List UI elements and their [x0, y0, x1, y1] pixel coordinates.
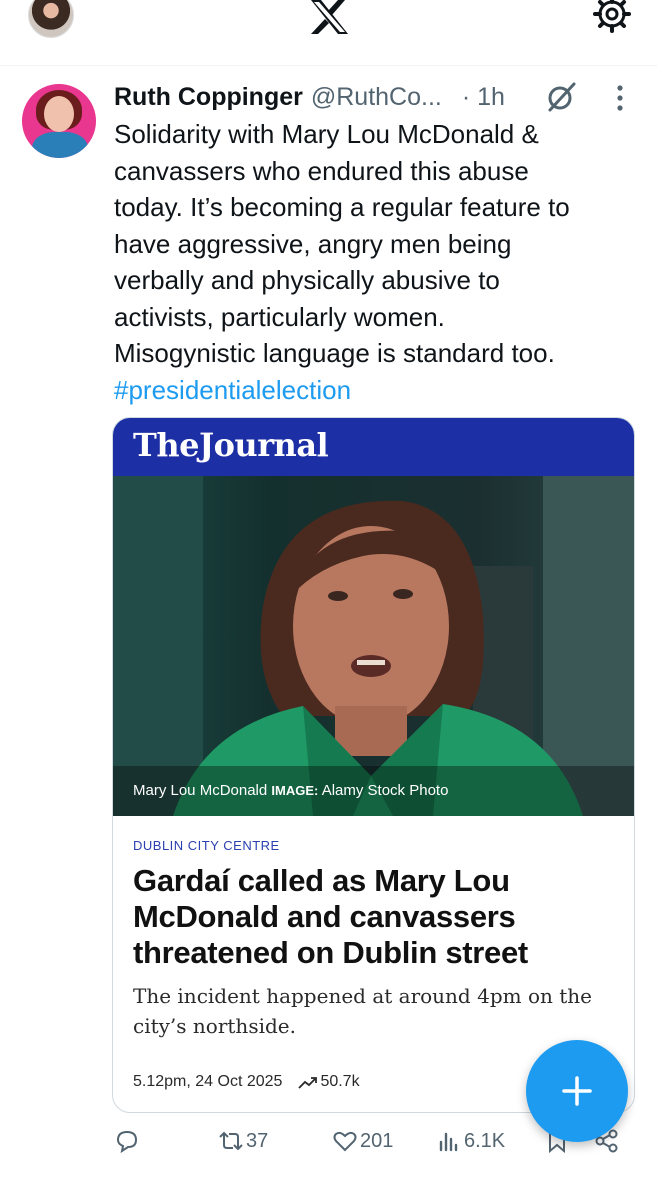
article-views: 50.7k [320, 1073, 360, 1090]
article-kicker: DUBLIN CITY CENTRE [133, 838, 280, 853]
caption-name: Mary Lou McDonald [133, 782, 268, 799]
profile-avatar[interactable] [28, 0, 74, 38]
x-logo-icon[interactable] [308, 0, 350, 34]
tweet-text: Solidarity with Mary Lou McDonald & canv… [114, 116, 634, 408]
reply-icon [116, 1130, 138, 1154]
tweet-text-line: Solidarity with Mary Lou McDonald & [114, 119, 539, 149]
avatar-body [32, 132, 88, 158]
tweet-text-line: verbally and physically abusive to [114, 265, 500, 295]
link-card[interactable]: TheJournal Mary Lou McDonald IMAGE: Alam… [112, 417, 635, 1113]
caption-label: IMAGE: [271, 783, 319, 798]
top-bar [0, 0, 657, 66]
tweet-text-line: today. It’s becoming a regular feature t… [114, 192, 570, 222]
article-photo[interactable] [113, 476, 634, 816]
journal-logo: TheJournal [133, 426, 329, 464]
views-count: 6.1K [464, 1129, 506, 1152]
gear-icon[interactable] [592, 0, 632, 34]
more-icon[interactable] [614, 84, 626, 112]
views-button[interactable]: 6.1K [436, 1128, 505, 1154]
tweet-header: Ruth Coppinger @RuthCo... · 1h [114, 80, 634, 114]
author-name[interactable]: Ruth Coppinger [114, 83, 303, 112]
journal-banner: TheJournal [113, 418, 634, 476]
photo-caption: Mary Lou McDonald IMAGE: Alamy Stock Pho… [133, 782, 448, 799]
trend-icon [298, 1077, 318, 1089]
tweet-text-line: Misogynistic language is standard too. [114, 338, 555, 368]
retweet-count: 37 [246, 1129, 269, 1152]
retweet-button[interactable]: 37 [218, 1128, 268, 1154]
avatar-face [44, 96, 74, 132]
like-count: 201 [360, 1129, 394, 1152]
caption-credit: Alamy Stock Photo [321, 782, 449, 799]
heart-icon [333, 1131, 357, 1152]
tweet-time[interactable]: · 1h [462, 83, 505, 112]
portrait-illustration [113, 476, 634, 816]
tweet-text-line: have aggressive, angry men being [114, 228, 512, 259]
article-timestamp: 5.12pm, 24 Oct 2025 [133, 1073, 283, 1090]
article-headline[interactable]: Gardaí called as Mary Lou McDonald and c… [133, 863, 603, 971]
plus-icon [562, 1076, 592, 1106]
tweet-text-line: activists, particularly women. [114, 301, 445, 332]
retweet-icon [219, 1131, 243, 1151]
article-dek: The incident happened at around 4pm on t… [133, 984, 592, 1038]
tweet-text-line: canvassers who endured this abuse [114, 155, 529, 186]
views-icon [439, 1132, 458, 1152]
reply-button[interactable] [114, 1128, 142, 1154]
author-avatar[interactable] [22, 84, 96, 158]
hashtag-link[interactable]: #presidentialelection [114, 372, 634, 409]
compose-button[interactable] [526, 1040, 628, 1142]
grok-icon[interactable] [544, 80, 578, 114]
like-button[interactable]: 201 [332, 1128, 393, 1154]
article-meta: 5.12pm, 24 Oct 2025 50.7k [133, 1073, 360, 1091]
author-handle[interactable]: @RuthCo... [311, 83, 442, 112]
